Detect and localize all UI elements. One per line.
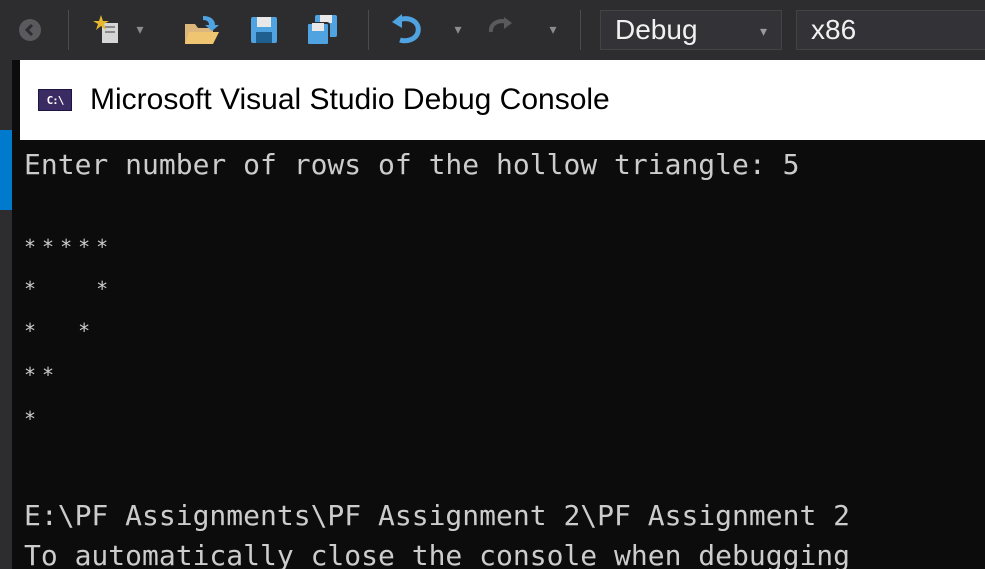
console-app-icon-text: C:\ [46, 93, 65, 107]
open-file-icon[interactable] [180, 0, 224, 60]
save-icon[interactable] [244, 0, 284, 60]
redo-icon[interactable] [480, 0, 520, 60]
undo-icon[interactable] [384, 0, 428, 60]
platform-dropdown[interactable]: x86 [796, 10, 985, 50]
console-titlebar[interactable]: C:\ Microsoft Visual Studio Debug Consol… [20, 60, 985, 140]
back-icon[interactable] [14, 0, 46, 60]
toolbar-separator [368, 10, 369, 50]
chevron-down-icon: ▾ [759, 22, 767, 39]
console-line: ** [24, 363, 61, 387]
redo-dropdown-icon[interactable]: ▾ [545, 0, 561, 60]
console-line: ***** [24, 235, 115, 259]
ide-left-strip-accent [0, 130, 12, 210]
console-output[interactable]: Enter number of rows of the hollow trian… [20, 140, 985, 569]
console-app-icon: C:\ [38, 89, 72, 111]
undo-dropdown-icon[interactable]: ▾ [450, 0, 466, 60]
new-project-dropdown-icon[interactable]: ▾ [132, 0, 148, 60]
console-line: * * [24, 319, 97, 343]
configuration-dropdown[interactable]: Debug ▾ [600, 10, 782, 50]
platform-value: x86 [811, 14, 857, 45]
console-line: * [24, 407, 43, 431]
console-title: Microsoft Visual Studio Debug Console [90, 83, 610, 116]
debug-console-window[interactable]: C:\ Microsoft Visual Studio Debug Consol… [20, 60, 985, 569]
save-all-icon[interactable] [300, 0, 344, 60]
toolbar-separator [68, 10, 69, 50]
ide-left-strip [0, 60, 12, 569]
toolbar-separator [580, 10, 581, 50]
configuration-value: Debug [615, 14, 698, 45]
new-project-icon[interactable] [90, 0, 130, 60]
vs-toolbar: ▾ ▾ ▾ Debug ▾ x86 [0, 0, 985, 60]
console-line: Enter number of rows of the hollow trian… [24, 148, 800, 181]
console-line: E:\PF Assignments\PF Assignment 2\PF Ass… [24, 499, 851, 532]
console-line: To automatically close the console when … [24, 539, 851, 569]
console-line: * * [24, 277, 115, 301]
screen: ▾ ▾ ▾ Debug ▾ x86 C:\ Microsoft Visual S… [0, 0, 985, 569]
